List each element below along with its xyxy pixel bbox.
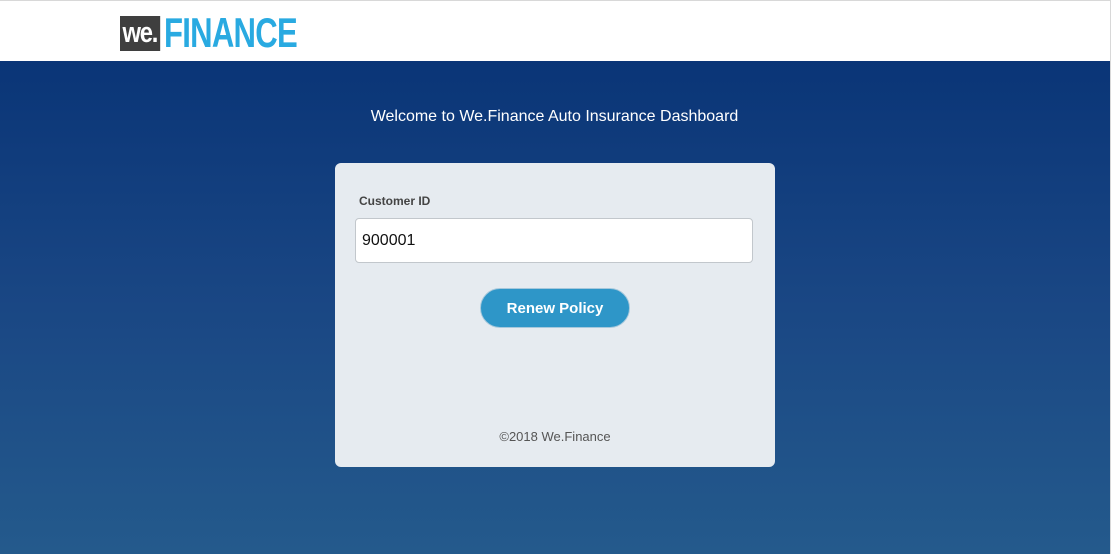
customer-id-input[interactable] — [355, 218, 753, 263]
renew-policy-button[interactable]: Renew Policy — [480, 288, 630, 328]
page: we. FINANCE Welcome to We.Finance Auto I… — [0, 0, 1113, 554]
logo-we-mark: we. — [120, 15, 161, 51]
customer-id-label: Customer ID — [359, 194, 431, 208]
login-card: Customer ID Renew Policy ©2018 We.Financ… — [335, 163, 775, 467]
main-area: Welcome to We.Finance Auto Insurance Das… — [0, 61, 1111, 554]
wefinance-logo[interactable]: we. FINANCE — [120, 9, 344, 56]
logo-finance-text: FINANCE — [164, 9, 298, 56]
welcome-heading: Welcome to We.Finance Auto Insurance Das… — [370, 108, 739, 125]
copyright-footer: ©2018 We.Finance — [499, 429, 611, 444]
header: we. FINANCE — [0, 0, 1111, 61]
